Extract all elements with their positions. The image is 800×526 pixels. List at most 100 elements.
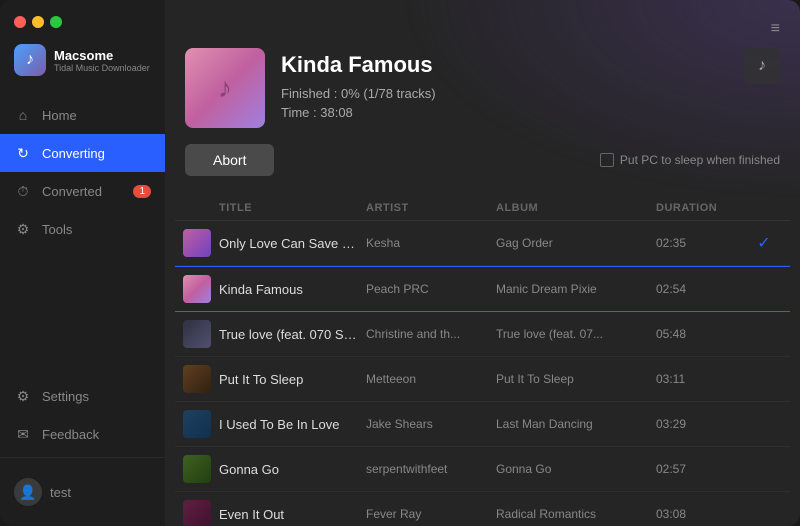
track-album: Manic Dream Pixie	[496, 282, 656, 296]
sidebar-bottom: 👤 test	[0, 457, 165, 526]
sidebar-item-tools-label: Tools	[42, 222, 72, 237]
brand-subtitle: Tidal Music Downloader	[54, 63, 150, 73]
menu-icon[interactable]: ≡	[771, 20, 780, 38]
sidebar-item-settings[interactable]: ⚙ Settings	[0, 377, 165, 415]
tracks-container: Only Love Can Save Us Now Kesha Gag Orde…	[175, 221, 790, 526]
album-art: ♪	[185, 48, 265, 128]
sidebar-item-converted[interactable]: ⏱ Converted 1	[0, 172, 165, 210]
track-thumb	[183, 275, 211, 303]
sidebar-item-feedback-label: Feedback	[42, 427, 99, 442]
note-icon-box: ♪	[744, 48, 780, 84]
sidebar-item-settings-label: Settings	[42, 389, 89, 404]
track-table: TITLE ARTIST ALBUM DURATION Only Love Ca…	[165, 196, 800, 526]
track-title: Kinda Famous	[219, 282, 366, 297]
track-thumb	[183, 229, 211, 257]
col-thumb	[183, 202, 219, 214]
table-row[interactable]: True love (feat. 070 Shake) Christine an…	[175, 312, 790, 357]
maximize-button[interactable]	[50, 16, 62, 28]
track-artist: Metteeon	[366, 372, 496, 386]
track-artist: Kesha	[366, 236, 496, 250]
track-duration: 03:11	[656, 372, 746, 386]
check-icon: ✓	[757, 233, 770, 253]
album-time: Time : 38:08	[281, 105, 728, 120]
track-duration: 02:57	[656, 462, 746, 476]
sidebar-item-home[interactable]: ⌂ Home	[0, 96, 165, 134]
sidebar-item-converting[interactable]: ↻ Converting	[0, 134, 165, 172]
sleep-checkbox[interactable]	[600, 153, 614, 167]
table-row[interactable]: Gonna Go serpentwithfeet Gonna Go 02:57	[175, 447, 790, 492]
brand-name: Macsome	[54, 48, 150, 63]
user-item[interactable]: 👤 test	[0, 468, 165, 516]
track-album: Put It To Sleep	[496, 372, 656, 386]
album-title: Kinda Famous	[281, 52, 728, 78]
sidebar-item-tools[interactable]: ⚙ Tools	[0, 210, 165, 248]
track-thumb	[183, 500, 211, 526]
col-duration: DURATION	[656, 202, 746, 214]
brand-icon: ♪	[14, 44, 46, 76]
feedback-icon: ✉	[14, 425, 32, 443]
sleep-option: Put PC to sleep when finished	[600, 153, 780, 167]
table-header: TITLE ARTIST ALBUM DURATION	[175, 196, 790, 221]
album-row: ♪ Kinda Famous Finished : 0% (1/78 track…	[185, 48, 780, 128]
traffic-lights	[0, 0, 165, 38]
user-name: test	[50, 485, 71, 500]
brand: ♪ Macsome Tidal Music Downloader	[0, 38, 165, 92]
abort-button[interactable]: Abort	[185, 144, 274, 176]
track-status: ✓	[746, 233, 782, 253]
album-progress: Finished : 0% (1/78 tracks)	[281, 86, 728, 101]
top-bar: ≡	[185, 20, 780, 38]
track-duration: 03:29	[656, 417, 746, 431]
track-title: Put It To Sleep	[219, 372, 366, 387]
track-artist: serpentwithfeet	[366, 462, 496, 476]
track-album: True love (feat. 07...	[496, 327, 656, 341]
table-row[interactable]: Only Love Can Save Us Now Kesha Gag Orde…	[175, 221, 790, 266]
header-section: ≡ ♪ Kinda Famous Finished : 0% (1/78 tra…	[165, 0, 800, 196]
track-duration: 03:08	[656, 507, 746, 521]
track-title: Only Love Can Save Us Now	[219, 236, 366, 251]
table-row[interactable]: Kinda Famous Peach PRC Manic Dream Pixie…	[175, 266, 790, 312]
converted-icon: ⏱	[14, 182, 32, 200]
note-icon: ♪	[758, 57, 766, 75]
sidebar-item-converting-label: Converting	[42, 146, 105, 161]
track-thumb	[183, 365, 211, 393]
sidebar-item-home-label: Home	[42, 108, 77, 123]
track-thumb	[183, 455, 211, 483]
home-icon: ⌂	[14, 106, 32, 124]
track-thumb	[183, 410, 211, 438]
track-artist: Jake Shears	[366, 417, 496, 431]
sidebar-item-converted-label: Converted	[42, 184, 102, 199]
main-content: ≡ ♪ Kinda Famous Finished : 0% (1/78 tra…	[165, 0, 800, 526]
sidebar: ♪ Macsome Tidal Music Downloader ⌂ Home …	[0, 0, 165, 526]
col-title: TITLE	[219, 202, 366, 214]
track-thumb	[183, 320, 211, 348]
col-status	[746, 202, 782, 214]
track-album: Last Man Dancing	[496, 417, 656, 431]
controls-row: Abort Put PC to sleep when finished	[185, 144, 780, 176]
track-artist: Christine and th...	[366, 327, 496, 341]
track-artist: Fever Ray	[366, 507, 496, 521]
sidebar-item-feedback[interactable]: ✉ Feedback	[0, 415, 165, 453]
close-button[interactable]	[14, 16, 26, 28]
table-row[interactable]: Even It Out Fever Ray Radical Romantics …	[175, 492, 790, 526]
track-album: Gag Order	[496, 236, 656, 250]
track-title: Even It Out	[219, 507, 366, 522]
track-duration: 05:48	[656, 327, 746, 341]
tools-icon: ⚙	[14, 220, 32, 238]
table-row[interactable]: Put It To Sleep Metteeon Put It To Sleep…	[175, 357, 790, 402]
album-info: Kinda Famous Finished : 0% (1/78 tracks)…	[281, 48, 728, 120]
minimize-button[interactable]	[32, 16, 44, 28]
col-artist: ARTIST	[366, 202, 496, 214]
track-album: Gonna Go	[496, 462, 656, 476]
album-actions: ♪	[744, 48, 780, 84]
track-title: Gonna Go	[219, 462, 366, 477]
converted-badge: 1	[133, 185, 151, 198]
col-album: ALBUM	[496, 202, 656, 214]
track-title: I Used To Be In Love	[219, 417, 366, 432]
track-duration: 02:35	[656, 236, 746, 250]
track-artist: Peach PRC	[366, 282, 496, 296]
table-row[interactable]: I Used To Be In Love Jake Shears Last Ma…	[175, 402, 790, 447]
converting-icon: ↻	[14, 144, 32, 162]
sleep-label: Put PC to sleep when finished	[620, 153, 780, 167]
settings-icon: ⚙	[14, 387, 32, 405]
nav-section: ⌂ Home ↻ Converting ⏱ Converted 1 ⚙ Tool…	[0, 92, 165, 457]
